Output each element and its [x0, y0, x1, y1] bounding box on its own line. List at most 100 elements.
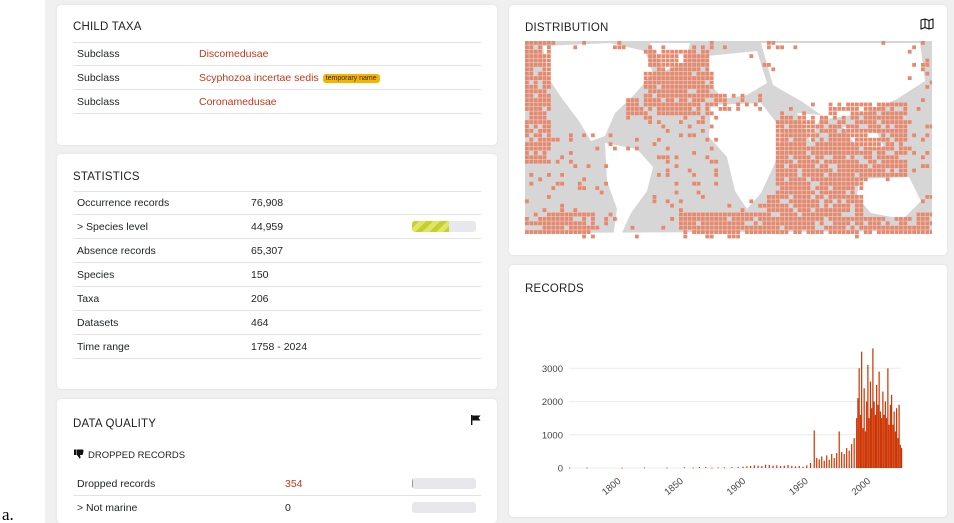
stat-label: Species [77, 268, 115, 281]
quality-label[interactable]: > Not marine [77, 502, 137, 514]
occurrence-cell [674, 63, 679, 67]
occurrence-cell [797, 142, 802, 146]
occurrence-cell [525, 89, 529, 94]
occurrence-cell [890, 168, 894, 173]
occurrence-cell [665, 155, 670, 160]
occurrence-cell [872, 142, 877, 146]
child-taxa-row: Subclass Scyphozoa incertae sedis tempora… [73, 66, 481, 90]
records-bar [884, 401, 886, 468]
occurrence-cell [850, 124, 855, 129]
occurrence-cell [881, 107, 886, 111]
occurrence-cell [868, 155, 872, 160]
occurrence-cell [850, 164, 855, 168]
occurrence-cell [789, 199, 793, 204]
distribution-card: DISTRIBUTION [509, 5, 947, 255]
occurrence-cell [573, 230, 578, 234]
occurrence-cell [925, 212, 930, 217]
occurrence-cell [903, 225, 908, 230]
occurrence-cell [525, 45, 529, 50]
occurrence-cell [705, 85, 710, 89]
occurrence-cell [547, 230, 551, 234]
occurrence-cell [727, 107, 732, 111]
records-bar [737, 467, 739, 468]
occurrence-cell [670, 203, 674, 208]
occurrence-cell [833, 129, 837, 133]
occurrence-cell [929, 80, 932, 85]
occurrence-cell [890, 107, 894, 111]
occurrence-cell [687, 107, 692, 111]
occurrence-cell [687, 221, 692, 226]
occurrence-cell [863, 155, 868, 160]
occurrence-cell [855, 146, 859, 151]
occurrence-cell [657, 120, 661, 124]
occurrence-cell [868, 142, 872, 146]
occurrence-cell [863, 142, 868, 146]
records-bar [901, 448, 903, 468]
occurrence-cell [797, 115, 802, 120]
occurrence-cell [899, 129, 903, 133]
occurrence-cell [899, 225, 903, 230]
occurrence-cell [525, 54, 529, 58]
occurrence-cell [679, 63, 683, 67]
occurrence-cell [846, 181, 850, 186]
occurrence-cell [529, 45, 534, 50]
occurrence-cell [846, 168, 850, 173]
flag-icon[interactable] [470, 414, 482, 426]
occurrence-cell [868, 159, 872, 164]
taxon-link[interactable]: Discomedusae [199, 48, 268, 60]
occurrence-cell [547, 225, 551, 230]
occurrence-cell [793, 155, 798, 160]
occurrence-cell [921, 63, 925, 67]
occurrence-cell [617, 45, 622, 50]
occurrence-cell [793, 120, 798, 124]
occurrence-cell [885, 221, 890, 226]
occurrence-cell [564, 230, 569, 234]
occurrence-cell [679, 49, 683, 54]
occurrence-cell [885, 137, 890, 142]
occurrence-cell [687, 67, 692, 72]
map-icon[interactable] [920, 18, 934, 30]
occurrence-cell [833, 173, 837, 177]
occurrence-cell [815, 212, 820, 217]
quality-row-expandable[interactable]: > Not marine 0 [73, 496, 481, 520]
taxon-link[interactable]: Coronamedusae [199, 96, 277, 108]
records-bar [857, 398, 859, 468]
occurrence-cell [828, 137, 833, 142]
occurrence-cell [560, 217, 564, 221]
occurrence-cell [692, 63, 696, 67]
occurrence-cell [525, 93, 529, 98]
occurrence-cell [687, 217, 692, 221]
stat-value: 76,908 [251, 197, 284, 209]
occurrence-cell [547, 63, 551, 67]
occurrence-cell [789, 159, 793, 164]
distribution-map[interactable] [525, 41, 932, 240]
occurrence-cell [899, 111, 903, 116]
occurrence-cell [657, 54, 661, 58]
occurrence-cell [921, 230, 925, 234]
occurrence-cell [696, 58, 701, 63]
taxon-link[interactable]: Scyphozoa incertae sedis [199, 72, 319, 84]
occurrence-cell [806, 155, 811, 160]
occurrence-cell [643, 93, 648, 98]
occurrence-cell [740, 208, 745, 212]
occurrence-cell [797, 203, 802, 208]
occurrence-cell [841, 115, 846, 120]
stat-row-expandable[interactable]: > Species level 44,959 [73, 215, 481, 239]
occurrence-cell [648, 58, 652, 63]
occurrence-cell [573, 212, 578, 217]
occurrence-cell [525, 80, 529, 85]
occurrence-cell [916, 230, 921, 234]
dropped-records-link[interactable]: 354 [285, 478, 303, 490]
records-bar [666, 467, 668, 469]
occurrence-cell [643, 85, 648, 89]
occurrence-cell [859, 212, 864, 217]
occurrence-cell [881, 146, 886, 151]
stat-label[interactable]: > Species level [77, 221, 148, 233]
occurrence-cell [802, 159, 806, 164]
occurrence-cell [547, 41, 551, 45]
occurrence-cell [784, 155, 789, 160]
occurrence-cell [533, 58, 538, 63]
occurrence-cell [806, 124, 811, 129]
occurrence-cell [815, 151, 820, 155]
occurrence-cell [542, 221, 547, 226]
